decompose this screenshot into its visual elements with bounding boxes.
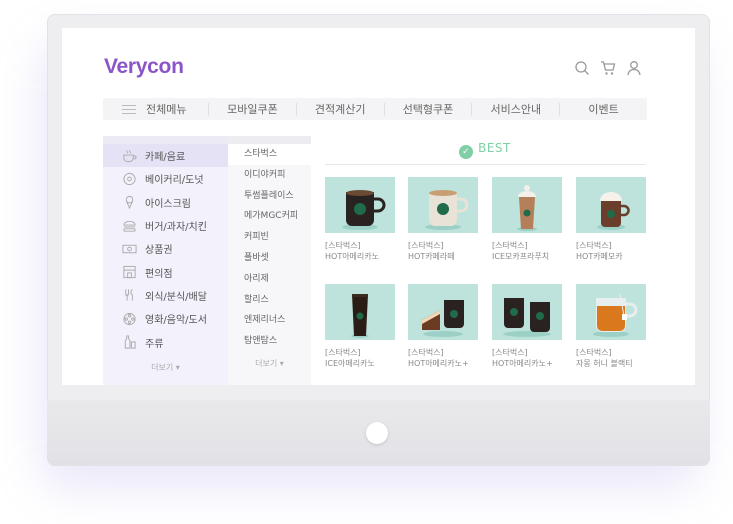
film-reel-icon bbox=[121, 312, 137, 326]
nav-quote-calculator[interactable]: 견적계산기 bbox=[295, 102, 384, 116]
store-icon bbox=[121, 265, 137, 279]
brand-item[interactable]: 커피빈 bbox=[228, 227, 311, 248]
product-card[interactable]: [스타벅스] 자몽 허니 블랙티 bbox=[576, 284, 646, 369]
brand-item[interactable]: 엔제리너스 bbox=[228, 310, 311, 331]
brand-item[interactable]: 폴바셋 bbox=[228, 248, 311, 269]
category-bakery[interactable]: 베이커리/도넛 bbox=[103, 167, 228, 190]
product-card[interactable]: [스타벅스] ICE모카프라푸치 bbox=[492, 177, 562, 262]
site-logo[interactable]: Verycon bbox=[104, 55, 184, 79]
category-culture[interactable]: 영화/음악/도서 bbox=[103, 307, 228, 330]
utensils-icon bbox=[121, 288, 137, 302]
product-card[interactable]: [스타벅스] HOT아메리카노 bbox=[325, 177, 395, 262]
product-thumbnail bbox=[492, 177, 562, 233]
nav-service-info[interactable]: 서비스안내 bbox=[471, 102, 559, 116]
category-dining[interactable]: 외식/분식/배달 bbox=[103, 284, 228, 307]
product-thumbnail bbox=[576, 177, 646, 233]
brand-item[interactable]: 스타벅스 bbox=[228, 144, 311, 165]
cart-icon[interactable] bbox=[600, 60, 616, 76]
brand-item[interactable]: 이디야커피 bbox=[228, 165, 311, 186]
voucher-icon bbox=[121, 242, 137, 256]
product-card[interactable]: [스타벅스] HOT아메리카노+ bbox=[408, 284, 478, 369]
main-nav: 전체메뉴 모바일쿠폰 견적계산기 선택형쿠폰 서비스안내 이벤트 bbox=[103, 98, 647, 120]
category-more-button[interactable]: 더보기 ▾ bbox=[103, 362, 228, 373]
category-burger[interactable]: 버거/과자/치킨 bbox=[103, 214, 228, 237]
screen: Verycon 전체메뉴 모바일쿠폰 견적계산기 선택형쿠폰 서비스안내 이벤트… bbox=[62, 28, 695, 385]
search-icon[interactable] bbox=[574, 60, 590, 76]
brand-more-button[interactable]: 더보기 ▾ bbox=[228, 358, 311, 369]
product-card[interactable]: [스타벅스] HOT아메리카노+ bbox=[492, 284, 562, 369]
best-divider bbox=[325, 164, 646, 165]
brand-item[interactable]: 아리제 bbox=[228, 269, 311, 290]
brand-item[interactable]: 투썸플레이스 bbox=[228, 186, 311, 207]
category-voucher[interactable]: 상품권 bbox=[103, 237, 228, 260]
nav-all-menu-label: 전체메뉴 bbox=[146, 103, 187, 116]
brand-item[interactable]: 할리스 bbox=[228, 290, 311, 311]
category-liquor[interactable]: 주류 bbox=[103, 330, 228, 353]
product-card[interactable]: [스타벅스] HOT카페모카 bbox=[576, 177, 646, 262]
product-card[interactable]: [스타벅스] ICE아메리카노 bbox=[325, 284, 395, 369]
coffee-cup-icon bbox=[121, 149, 137, 163]
nav-mobile-coupon[interactable]: 모바일쿠폰 bbox=[208, 102, 296, 116]
burger-icon bbox=[121, 219, 137, 233]
product-thumbnail bbox=[576, 284, 646, 340]
bottle-icon bbox=[121, 335, 137, 349]
hamburger-icon bbox=[122, 104, 136, 114]
category-sidebar: 카페/음료 베이커리/도넛 아이스크림 버거/과자/치킨 상품권 편의점 외식/… bbox=[103, 136, 228, 385]
nav-all-menu[interactable]: 전체메뉴 bbox=[103, 101, 208, 117]
product-thumbnail bbox=[408, 177, 478, 233]
best-section-title: ✓ BEST bbox=[325, 141, 645, 159]
brand-item[interactable]: 메가MGC커피 bbox=[228, 206, 311, 227]
product-card[interactable]: [스타벅스] HOT카페라떼 bbox=[408, 177, 478, 262]
donut-icon bbox=[121, 172, 137, 186]
brand-item[interactable]: 탐앤탐스 bbox=[228, 331, 311, 352]
product-thumbnail bbox=[408, 284, 478, 340]
power-button[interactable] bbox=[366, 422, 388, 444]
nav-choice-coupon[interactable]: 선택형쿠폰 bbox=[383, 102, 472, 116]
brand-list: 스타벅스 이디야커피 투썸플레이스 메가MGC커피 커피빈 폴바셋 아리제 할리… bbox=[228, 136, 311, 385]
product-thumbnail bbox=[325, 284, 395, 340]
user-icon[interactable] bbox=[626, 60, 642, 76]
category-ice-cream[interactable]: 아이스크림 bbox=[103, 191, 228, 214]
product-thumbnail bbox=[325, 177, 395, 233]
check-badge-icon: ✓ bbox=[459, 145, 474, 159]
header-icons bbox=[574, 60, 642, 76]
category-convenience-store[interactable]: 편의점 bbox=[103, 260, 228, 283]
ice-cream-icon bbox=[121, 195, 137, 210]
category-cafe[interactable]: 카페/음료 bbox=[103, 144, 228, 168]
nav-event[interactable]: 이벤트 bbox=[559, 102, 647, 116]
product-thumbnail bbox=[492, 284, 562, 340]
